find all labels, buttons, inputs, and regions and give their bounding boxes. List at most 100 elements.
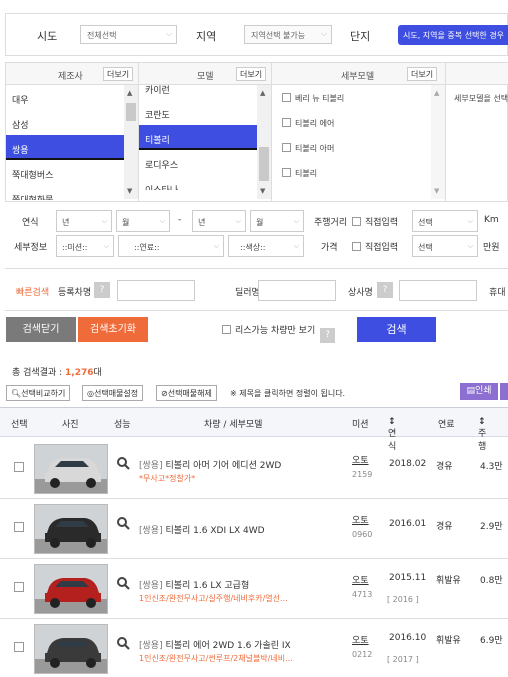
maker-option[interactable]: 쭉대형화물: [6, 185, 124, 200]
submodel-scrollbar[interactable]: ▲ ▼: [431, 85, 445, 199]
color-select[interactable]: ::색상:: ⌵: [228, 235, 304, 257]
scroll-up-icon[interactable]: ▲: [127, 89, 132, 97]
table-row[interactable]: [쌍용] 티볼리 1.6 XDI LX 4WD 오토 0960 2016.01 경유 2.…: [0, 497, 508, 559]
checkbox[interactable]: [282, 118, 291, 127]
vehicle-photo[interactable]: [34, 504, 108, 554]
maker-list[interactable]: 대우삼성쌍용쭉대형버스쭉대형화물: [6, 85, 124, 200]
magnifier-icon[interactable]: [117, 577, 130, 593]
quick-search-title: 빠른검색: [16, 288, 50, 298]
mission-value: 오토: [352, 456, 369, 466]
regno-input[interactable]: [117, 280, 195, 301]
help-icon[interactable]: ?: [94, 282, 110, 298]
model-option[interactable]: 카이런: [139, 75, 257, 100]
submodel-list[interactable]: 베리 뉴 티볼리 티볼리 에어 티볼리 아머 티볼리: [272, 85, 430, 185]
maker-option[interactable]: 삼성: [6, 110, 124, 135]
scroll-thumb[interactable]: [126, 103, 136, 121]
scroll-up-icon[interactable]: ▲: [434, 89, 439, 97]
scroll-down-icon[interactable]: ▼: [260, 187, 265, 195]
row-checkbox[interactable]: [14, 582, 24, 592]
model-option[interactable]: 이스타나: [139, 175, 257, 190]
result-count: 총 검색결과 : 1,276대: [12, 365, 102, 378]
checkbox[interactable]: [282, 93, 291, 102]
model-list[interactable]: 카이런코란도티볼리로디우스이스타나: [139, 75, 257, 190]
table-row[interactable]: [쌍용] 티볼리 아머 기어 에디션 2WD *무사고*정찰가* 오토 2159 201…: [0, 437, 508, 499]
col-fuel[interactable]: 연료: [438, 417, 455, 430]
vehicle-title[interactable]: [쌍용] 티볼리 에어 2WD 1.6 가솔린 IX: [139, 638, 291, 651]
vehicle-photo[interactable]: [34, 564, 108, 614]
vehicle-photo[interactable]: [34, 444, 108, 494]
model-option[interactable]: 코란도: [139, 100, 257, 125]
magnifier-icon[interactable]: [117, 457, 130, 473]
maker-option[interactable]: 쭉대형버스: [6, 160, 124, 185]
search-button[interactable]: 검색: [357, 317, 436, 342]
maker-scrollbar[interactable]: ▲ ▼: [124, 85, 138, 199]
maker-option[interactable]: 쌍용: [6, 135, 124, 160]
col-mileage[interactable]: 주행 ↕: [478, 417, 486, 452]
chevron-down-icon: ⌵: [320, 29, 327, 38]
help-icon[interactable]: ?: [320, 328, 336, 343]
row-checkbox[interactable]: [14, 642, 24, 652]
submodel-option[interactable]: 베리 뉴 티볼리: [272, 85, 430, 110]
month-to-select[interactable]: 월 ⌵: [250, 210, 304, 232]
model-year-value: [ 2016 ]: [387, 595, 419, 604]
reset-search-button[interactable]: 검색초기화: [78, 317, 148, 342]
checkbox[interactable]: [352, 217, 361, 226]
checkbox[interactable]: [222, 325, 231, 334]
submodel-more-button[interactable]: 더보기: [407, 67, 438, 81]
location-filter-row: 시도 전체선택 ⌵ 지역 지역선택 불가능 ⌵ 단지 시도, 지역을 중복 선택…: [5, 13, 508, 56]
row-checkbox[interactable]: [14, 462, 24, 472]
company-input[interactable]: [399, 280, 477, 301]
dealer-input[interactable]: [258, 280, 336, 301]
submodel-option[interactable]: 티볼리 아머: [272, 135, 430, 160]
vehicle-title[interactable]: [쌍용] 티볼리 1.6 LX 고급형: [139, 578, 249, 591]
region-select[interactable]: 지역선택 불가능 ⌵: [244, 25, 332, 44]
complex-notice[interactable]: 시도, 지역을 중복 선택한 경우: [398, 25, 508, 45]
month-from-select[interactable]: 월 ⌵: [116, 210, 170, 232]
vehicle-title[interactable]: [쌍용] 티볼리 아머 기어 에디션 2WD: [139, 458, 281, 471]
extra-button[interactable]: [500, 383, 508, 400]
vehicle-photo[interactable]: [34, 624, 108, 674]
phone-label: 휴대: [489, 288, 506, 298]
help-icon[interactable]: ?: [377, 282, 393, 298]
maker-more-button[interactable]: 더보기: [103, 67, 134, 81]
col-year[interactable]: 연식 ↕: [388, 417, 396, 452]
scroll-up-icon[interactable]: ▲: [260, 89, 265, 97]
table-row[interactable]: [쌍용] 티볼리 1.6 LX 고급형 1인신조/완전무사고/실주행/네비후카/열…: [0, 557, 508, 619]
checkbox[interactable]: [282, 143, 291, 152]
close-search-button[interactable]: 검색닫기: [6, 317, 76, 342]
table-row[interactable]: [쌍용] 티볼리 에어 2WD 1.6 가솔린 IX 1인신조/완전무사고/썬루프…: [0, 617, 508, 677]
scroll-thumb[interactable]: [259, 147, 269, 181]
submodel-option[interactable]: 티볼리: [272, 160, 430, 185]
model-scrollbar[interactable]: ▲ ▼: [257, 85, 271, 199]
maker-option[interactable]: 대우: [6, 85, 124, 110]
print-button[interactable]: ▤인쇄: [460, 383, 498, 400]
magnifier-icon[interactable]: [117, 637, 130, 653]
vehicle-title[interactable]: [쌍용] 티볼리 1.6 XDI LX 4WD: [139, 523, 265, 536]
fuel-select[interactable]: ::연료:: ⌵: [118, 235, 224, 257]
maker-header: 제조사: [58, 72, 83, 82]
scroll-down-icon[interactable]: ▼: [434, 187, 439, 195]
price-select[interactable]: 선택 ⌵: [412, 235, 478, 257]
checkbox[interactable]: [282, 168, 291, 177]
grade-hint: 세부모델을 선택: [454, 94, 508, 103]
release-selected-button[interactable]: ⊘선택매물해제: [156, 385, 217, 401]
mileage-select[interactable]: 선택 ⌵: [412, 210, 478, 232]
model-option[interactable]: 티볼리: [139, 125, 257, 150]
col-vehicle[interactable]: 차량 / 세부모델: [204, 417, 262, 430]
compare-selected-button[interactable]: 🔍︎선택비교하기: [6, 385, 71, 401]
price-direct[interactable]: 직접입력: [352, 240, 398, 253]
year-to-select[interactable]: 년 ⌵: [192, 210, 246, 232]
mileage-direct[interactable]: 직접입력: [352, 215, 398, 228]
model-option[interactable]: 로디우스: [139, 150, 257, 175]
year-from-select[interactable]: 년 ⌵: [56, 210, 112, 232]
mission-select[interactable]: ::미션:: ⌵: [56, 235, 114, 257]
row-checkbox[interactable]: [14, 522, 24, 532]
lease-only-option[interactable]: 리스가능 차량만 보기 ?: [222, 323, 336, 343]
col-mission[interactable]: 미션: [352, 417, 369, 430]
submodel-option[interactable]: 티볼리 에어: [272, 110, 430, 135]
scroll-down-icon[interactable]: ▼: [127, 187, 132, 195]
sido-select[interactable]: 전체선택 ⌵: [80, 25, 177, 44]
set-selected-button[interactable]: ◎선택매물설정: [82, 385, 144, 401]
checkbox[interactable]: [352, 242, 361, 251]
magnifier-icon[interactable]: [117, 517, 130, 533]
